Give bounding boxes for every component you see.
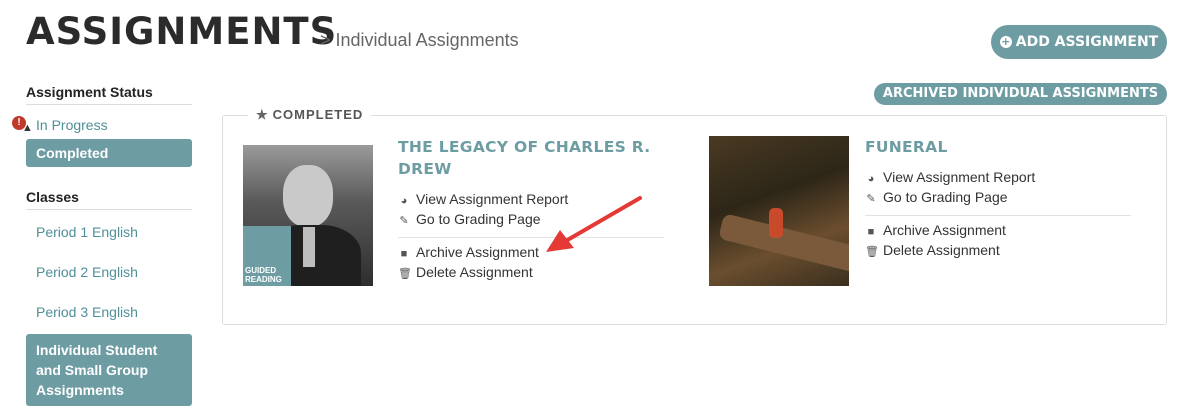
archive-link[interactable]: ■ Archive Assignment — [398, 244, 539, 260]
delete-link[interactable]: 🗑 Delete Assignment — [865, 242, 1000, 258]
archive-label: Archive Assignment — [416, 244, 539, 260]
folder-icon: ■ — [400, 248, 408, 260]
sidebar-item-period-1[interactable]: Period 1 English — [26, 216, 192, 246]
trash-icon: 🗑 — [398, 268, 412, 280]
pie-chart-icon: ◕ — [400, 195, 408, 207]
folder-icon: ■ — [867, 226, 875, 238]
sidebar-item-in-progress[interactable]: In Progress — [26, 109, 192, 139]
add-assignment-label: ADD ASSIGNMENT — [1015, 34, 1159, 50]
pie-chart-icon: ◕ — [867, 173, 875, 185]
assignment-thumbnail[interactable]: GUIDED READING — [243, 145, 373, 286]
classes-heading: Classes — [26, 189, 192, 210]
breadcrumb: > Individual Assignments — [320, 30, 519, 50]
add-assignment-button[interactable]: + ADD ASSIGNMENT — [991, 25, 1167, 59]
archive-link[interactable]: ■ Archive Assignment — [865, 222, 1006, 238]
grading-link[interactable]: ✎ Go to Grading Page — [398, 211, 541, 227]
grading-label: Go to Grading Page — [883, 189, 1008, 205]
archive-label: Archive Assignment — [883, 222, 1006, 238]
sidebar-item-individual[interactable]: Individual Student and Small Group Assig… — [26, 334, 192, 406]
bell-icon: ▲ — [22, 122, 33, 134]
trash-icon: 🗑 — [865, 246, 879, 258]
status-heading: Assignment Status — [26, 84, 192, 105]
edit-icon: ✎ — [399, 215, 409, 227]
actions-divider — [865, 215, 1131, 216]
assignment-title[interactable]: FUNERAL — [865, 136, 948, 158]
star-icon: ★ — [256, 107, 269, 122]
delete-link[interactable]: 🗑 Delete Assignment — [398, 264, 533, 280]
view-report-label: View Assignment Report — [883, 169, 1036, 185]
view-report-link[interactable]: ◕ View Assignment Report — [865, 169, 1036, 185]
page-title: ASSIGNMENTS — [26, 10, 338, 53]
panel-legend: ★ COMPLETED — [248, 107, 372, 123]
grading-label: Go to Grading Page — [416, 211, 541, 227]
archived-assignments-button[interactable]: ARCHIVED INDIVIDUAL ASSIGNMENTS — [874, 83, 1167, 105]
sidebar-item-period-2[interactable]: Period 2 English — [26, 256, 192, 286]
delete-label: Delete Assignment — [883, 242, 1000, 258]
grading-link[interactable]: ✎ Go to Grading Page — [865, 189, 1008, 205]
guided-reading-label: GUIDED READING — [245, 266, 282, 284]
red-arrow-icon — [546, 196, 642, 252]
assignment-title[interactable]: THE LEGACY OF CHARLES R. DREW — [398, 136, 658, 180]
guided-reading-badge: GUIDED READING — [243, 226, 291, 286]
edit-icon: ✎ — [866, 193, 876, 205]
legend-label: COMPLETED — [272, 107, 364, 122]
plus-circle-icon: + — [999, 35, 1012, 48]
sidebar-item-period-3[interactable]: Period 3 English — [26, 296, 192, 326]
delete-label: Delete Assignment — [416, 264, 533, 280]
assignment-thumbnail[interactable] — [709, 136, 849, 286]
archived-assignments-label: ARCHIVED INDIVIDUAL ASSIGNMENTS — [882, 86, 1159, 101]
sidebar-item-completed[interactable]: Completed — [26, 139, 192, 167]
sidebar: Assignment Status ! ▲ In Progress Comple… — [12, 84, 192, 406]
